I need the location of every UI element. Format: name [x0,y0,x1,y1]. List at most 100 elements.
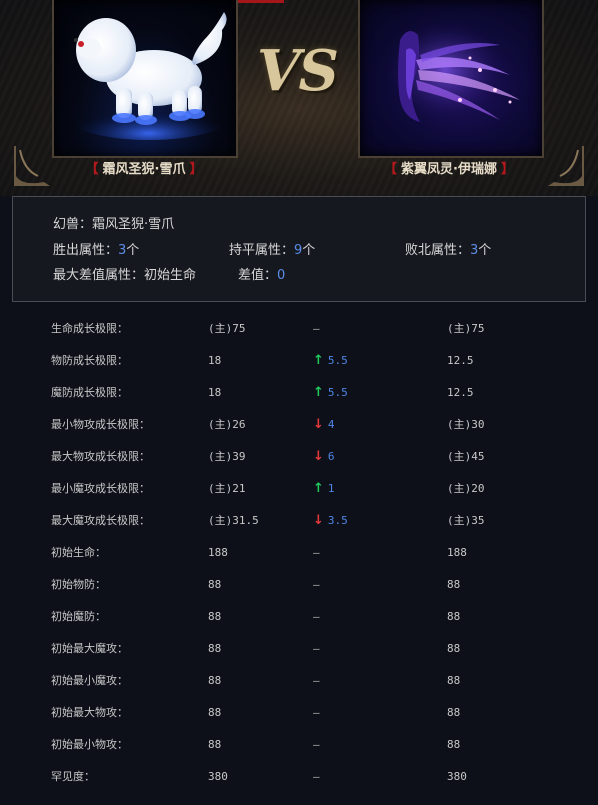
lose-unit: 个 [478,243,492,258]
max-diff-label: 最大差值属性： [53,268,145,283]
stat-row: 初始最小物攻： 88 – 88 [0,737,598,769]
right-pet-value: (主)75 [447,322,485,335]
diff-value: 0 [277,268,286,283]
pet-label: 幻兽： [53,217,93,232]
stat-row: 初始魔防： 88 – 88 [0,609,598,641]
comparison-summary-box: 幻兽：霜风圣猊·雪爪 胜出属性：3个 持平属性：9个 败北属性：3个 最大差值属… [12,196,586,302]
difference-value: 6 [327,450,335,463]
diff-label: 差值： [238,268,278,283]
stat-row: 最大魔攻成长极限： (主)31.5 ↓ 3.5 (主)35 [0,513,598,545]
stat-difference: – [313,641,320,657]
left-frame-ornament [14,146,50,186]
stat-row: 生命成长极限： (主)75 – (主)75 [0,321,598,353]
left-pet-value: (主)26 [208,418,246,431]
stat-difference: ↓ 3.5 [313,513,348,529]
right-pet-value: 88 [447,578,461,591]
difference-value: 5.5 [327,354,348,367]
stat-difference: – [313,705,320,721]
right-pet-portrait[interactable] [358,0,544,158]
stat-difference: – [313,545,320,561]
left-pet-value: 88 [208,610,222,623]
stat-row: 初始生命： 188 – 188 [0,545,598,577]
stat-difference: – [313,321,320,337]
stat-label: 最大魔攻成长极限： [51,514,150,527]
right-pet-value: 12.5 [447,354,474,367]
left-pet-value: 88 [208,738,222,751]
stat-label: 物防成长极限： [51,354,128,367]
stat-row: 初始最大魔攻： 88 – 88 [0,641,598,673]
right-frame-ornament [548,146,584,186]
no-difference-dash: – [313,770,320,783]
stat-label: 罕见度： [51,770,95,783]
stat-label: 初始最大物攻： [51,706,128,719]
left-pet-value: 188 [208,546,228,559]
arrow-up-icon: ↑ [313,353,324,368]
no-difference-dash: – [313,610,320,623]
summary-tie-line: 持平属性：9个 [229,239,315,258]
vs-label: VS [257,38,339,104]
stat-row: 最大物攻成长极限： (主)39 ↓ 6 (主)45 [0,449,598,481]
purple-phoenix-image [385,20,520,122]
left-pet-portrait[interactable] [52,0,238,158]
bracket-open: 【 [85,162,99,177]
stat-difference: – [313,737,320,753]
lose-label: 败北属性： [405,243,471,258]
right-pet-value: (主)35 [447,514,485,527]
right-pet-name: 紫翼凤灵·伊瑞娜 [401,162,497,177]
no-difference-dash: – [313,642,320,655]
arrow-up-icon: ↑ [313,385,324,400]
left-pet-value: (主)21 [208,482,246,495]
summary-pet-line: 幻兽：霜风圣猊·雪爪 [53,213,174,232]
stat-label: 初始生命： [51,546,106,559]
tie-unit: 个 [302,243,316,258]
stat-label: 初始最小魔攻： [51,674,128,687]
right-pet-value: (主)30 [447,418,485,431]
difference-value: 3.5 [327,514,348,527]
no-difference-dash: – [313,738,320,751]
difference-value: 4 [327,418,335,431]
stat-row: 初始物防： 88 – 88 [0,577,598,609]
win-label: 胜出属性： [53,243,119,258]
summary-win-line: 胜出属性：3个 [53,239,139,258]
bracket-open: 【 [384,162,398,177]
no-difference-dash: – [313,322,320,335]
bracket-close: 】 [189,162,203,177]
left-pet-name-plate[interactable]: 【霜风圣猊·雪爪】 [56,157,232,183]
right-pet-value: 88 [447,674,461,687]
left-pet-value: (主)39 [208,450,246,463]
stat-difference: ↑ 1 [313,481,335,497]
stat-row: 最小物攻成长极限： (主)26 ↓ 4 (主)30 [0,417,598,449]
arrow-up-icon: ↑ [313,481,324,496]
no-difference-dash: – [313,578,320,591]
stat-label: 初始最小物攻： [51,738,128,751]
bracket-close: 】 [500,162,514,177]
left-pet-name: 霜风圣猊·雪爪 [102,162,186,177]
win-unit: 个 [126,243,140,258]
summary-lose-line: 败北属性：3个 [405,239,491,258]
stat-row: 初始最大物攻： 88 – 88 [0,705,598,737]
right-pet-value: 88 [447,738,461,751]
stat-label: 最小物攻成长极限： [51,418,150,431]
stat-label: 生命成长极限： [51,322,128,335]
difference-value: 5.5 [327,386,348,399]
max-diff-attr: 初始生命 [144,268,197,283]
left-pet-value: 18 [208,386,222,399]
stat-difference: ↑ 5.5 [313,353,348,369]
stat-difference: – [313,577,320,593]
arrow-down-icon: ↓ [313,513,324,528]
right-pet-value: (主)45 [447,450,485,463]
right-pet-value: (主)20 [447,482,485,495]
no-difference-dash: – [313,674,320,687]
left-pet-value: 380 [208,770,228,783]
stat-label: 初始物防： [51,578,106,591]
summary-diff-line: 差值：0 [238,264,285,283]
stat-difference: ↓ 4 [313,417,335,433]
left-pet-value: 88 [208,674,222,687]
arrow-down-icon: ↓ [313,417,324,432]
right-pet-name-plate[interactable]: 【紫翼凤灵·伊瑞娜】 [360,157,538,183]
stat-label: 最小魔攻成长极限： [51,482,150,495]
stat-label: 魔防成长极限： [51,386,128,399]
stat-label: 最大物攻成长极限： [51,450,150,463]
stat-row: 初始最小魔攻： 88 – 88 [0,673,598,705]
stat-difference: ↑ 5.5 [313,385,348,401]
